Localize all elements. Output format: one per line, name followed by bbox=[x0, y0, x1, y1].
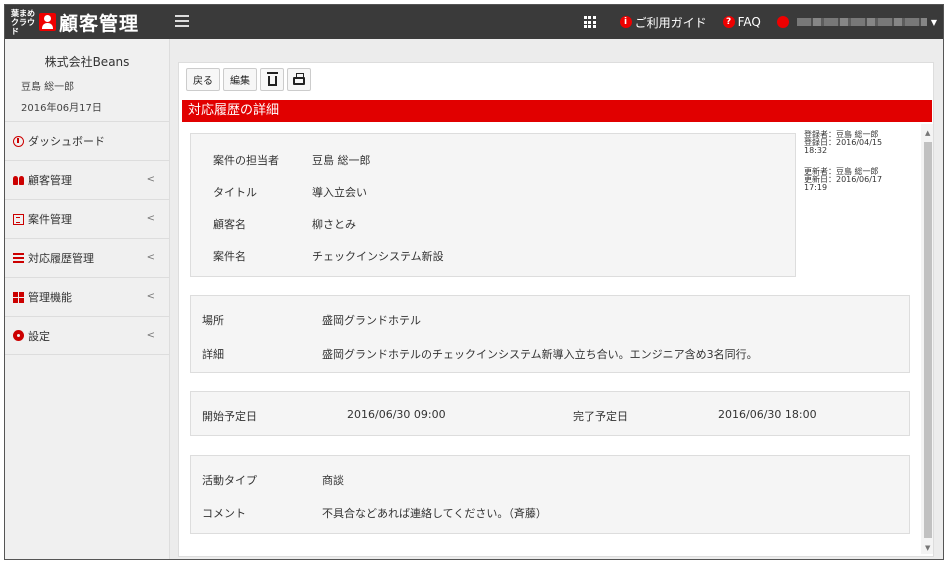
chevron-left-icon: < bbox=[146, 291, 155, 302]
user-account-redacted[interactable] bbox=[796, 18, 927, 26]
staff-label: 案件の担当者 bbox=[213, 154, 279, 167]
end-label: 完了予定日 bbox=[573, 410, 628, 423]
sidebar-item-label: 案件管理 bbox=[28, 213, 72, 226]
trash-icon bbox=[266, 72, 278, 86]
activity-type-value: 商談 bbox=[322, 474, 344, 487]
created-meta: 登録者：豆島 総一郎 登録日：2016/04/15 18:32 bbox=[804, 131, 882, 155]
sidebar-item-history[interactable]: 対応履歴管理 < bbox=[5, 238, 169, 277]
toolbar: 戻る 編集 bbox=[186, 68, 311, 91]
comment-label: コメント bbox=[202, 507, 246, 520]
comment-value: 不具合などあれば連絡してください。（斉藤） bbox=[322, 507, 547, 520]
sidebar-nav: ダッシュボード 顧客管理 < 案件管理 < 対応履歴管理 < 管理機能 < 設定… bbox=[5, 121, 169, 355]
help-icon: ? bbox=[722, 16, 735, 28]
page-title: 対応履歴の詳細 bbox=[182, 100, 932, 122]
sidebar-item-cases[interactable]: 案件管理 < bbox=[5, 199, 169, 238]
sidebar-item-label: 顧客管理 bbox=[28, 174, 72, 187]
end-value: 2016/06/30 18:00 bbox=[718, 408, 817, 421]
menu-toggle-icon[interactable] bbox=[175, 15, 189, 27]
case-value: チェックインシステム新設 bbox=[312, 250, 444, 263]
user-icon[interactable] bbox=[776, 16, 789, 28]
info-icon: i bbox=[619, 16, 632, 28]
logo-brand: 葉まめクラウド bbox=[11, 8, 35, 36]
app-logo[interactable]: 葉まめクラウド 顧客管理 bbox=[11, 8, 140, 36]
customer-label: 顧客名 bbox=[213, 218, 246, 231]
grid-icon bbox=[13, 291, 24, 303]
activity-type-label: 活動タイプ bbox=[202, 474, 257, 487]
main-content: 戻る 編集 対応履歴の詳細 案件の担当者 豆島 総一郎 タイトル 導入立会い 顧… bbox=[170, 39, 943, 559]
faq-link[interactable]: FAQ bbox=[738, 15, 761, 29]
back-button[interactable]: 戻る bbox=[186, 68, 220, 91]
edit-button[interactable]: 編集 bbox=[223, 68, 257, 91]
location-box: 場所 盛岡グランドホテル 詳細 盛岡グランドホテルのチェックインシステム新導入立… bbox=[190, 295, 910, 373]
updated-meta: 更新者：豆島 総一郎 更新日：2016/06/17 17:19 bbox=[804, 168, 882, 192]
sidebar-item-customers[interactable]: 顧客管理 < bbox=[5, 160, 169, 199]
chevron-left-icon: < bbox=[146, 252, 155, 263]
sidebar: 株式会社Beans 豆島 総一郎 2016年06月17日 ダッシュボード 顧客管… bbox=[5, 39, 170, 559]
chevron-left-icon: < bbox=[146, 330, 155, 341]
top-bar: 葉まめクラウド 顧客管理 i ご利用ガイド ? FAQ ▼ bbox=[5, 5, 943, 39]
printer-icon bbox=[293, 73, 305, 85]
detail-value: 盛岡グランドホテルのチェックインシステム新導入立ち合い。エンジニア含め3名同行。 bbox=[322, 348, 758, 361]
created-time: 18:32 bbox=[804, 146, 828, 155]
sidebar-item-admin[interactable]: 管理機能 < bbox=[5, 277, 169, 316]
detail-label: 詳細 bbox=[202, 348, 224, 361]
staff-value: 豆島 総一郎 bbox=[312, 154, 371, 167]
app-title: 顧客管理 bbox=[59, 12, 140, 35]
app-window: 葉まめクラウド 顧客管理 i ご利用ガイド ? FAQ ▼ 株式会社Beans … bbox=[4, 4, 944, 560]
updated-time: 17:19 bbox=[804, 183, 828, 192]
guide-link[interactable]: ご利用ガイド bbox=[635, 14, 707, 31]
delete-button[interactable] bbox=[260, 68, 284, 91]
start-label: 開始予定日 bbox=[202, 410, 257, 423]
sidebar-item-label: 管理機能 bbox=[28, 291, 72, 304]
sidebar-item-dashboard[interactable]: ダッシュボード bbox=[5, 121, 169, 160]
scroll-up-icon[interactable]: ▲ bbox=[925, 129, 930, 137]
case-label: 案件名 bbox=[213, 250, 246, 263]
detail-scroll-area[interactable]: 案件の担当者 豆島 総一郎 タイトル 導入立会い 顧客名 柳さとみ 案件名 チェ… bbox=[179, 124, 933, 556]
scroll-down-icon[interactable]: ▼ bbox=[925, 544, 930, 552]
title-label: タイトル bbox=[213, 186, 257, 199]
sidebar-item-label: 対応履歴管理 bbox=[28, 252, 94, 265]
sidebar-item-settings[interactable]: 設定 < bbox=[5, 316, 169, 355]
chevron-left-icon: < bbox=[146, 174, 155, 185]
gear-icon bbox=[13, 330, 24, 341]
sidebar-item-label: ダッシュボード bbox=[28, 135, 105, 148]
place-value: 盛岡グランドホテル bbox=[322, 314, 421, 327]
place-label: 場所 bbox=[202, 314, 224, 327]
caret-down-icon[interactable]: ▼ bbox=[931, 18, 937, 27]
scrollbar-thumb[interactable] bbox=[924, 142, 932, 538]
start-value: 2016/06/30 09:00 bbox=[347, 408, 446, 421]
vertical-scrollbar[interactable]: ▲ ▼ bbox=[921, 124, 933, 554]
basic-info-box: 案件の担当者 豆島 総一郎 タイトル 導入立会い 顧客名 柳さとみ 案件名 チェ… bbox=[190, 133, 796, 277]
title-value: 導入立会い bbox=[312, 186, 367, 199]
case-icon bbox=[13, 213, 24, 225]
dashboard-icon bbox=[13, 135, 24, 147]
sidebar-date: 2016年06月17日 bbox=[21, 103, 102, 114]
schedule-box: 開始予定日 2016/06/30 09:00 完了予定日 2016/06/30 … bbox=[190, 391, 910, 436]
customer-value: 柳さとみ bbox=[312, 218, 356, 231]
sidebar-user-name: 豆島 総一郎 bbox=[21, 82, 75, 93]
activity-box: 活動タイプ 商談 コメント 不具合などあれば連絡してください。（斉藤） bbox=[190, 455, 910, 534]
chevron-left-icon: < bbox=[146, 213, 155, 224]
print-button[interactable] bbox=[287, 68, 311, 91]
list-icon bbox=[13, 252, 24, 264]
logo-user-icon bbox=[39, 13, 56, 31]
top-right-menu: i ご利用ガイド ? FAQ ▼ bbox=[583, 5, 937, 39]
apps-grid-icon[interactable] bbox=[583, 16, 596, 28]
detail-panel: 戻る 編集 対応履歴の詳細 案件の担当者 豆島 総一郎 タイトル 導入立会い 顧… bbox=[178, 62, 934, 557]
users-icon bbox=[13, 175, 24, 186]
company-name: 株式会社Beans bbox=[44, 55, 130, 69]
sidebar-item-label: 設定 bbox=[28, 329, 50, 343]
